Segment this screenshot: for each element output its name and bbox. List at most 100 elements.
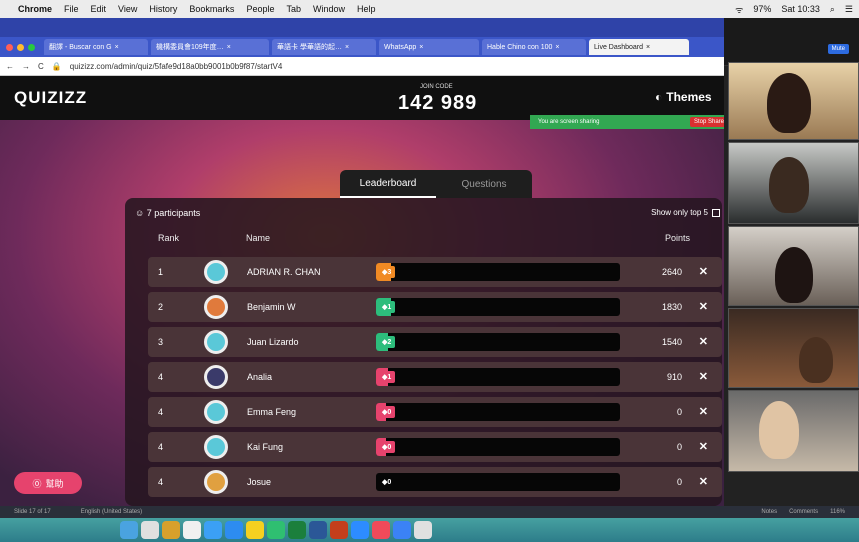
word-icon[interactable] bbox=[309, 521, 327, 539]
col-rank: Rank bbox=[158, 233, 180, 243]
launchpad-icon[interactable] bbox=[141, 521, 159, 539]
notes-icon[interactable] bbox=[162, 521, 180, 539]
menu-edit[interactable]: Edit bbox=[91, 4, 107, 14]
close-icon[interactable]: × bbox=[555, 44, 559, 51]
menu-view[interactable]: View bbox=[118, 4, 137, 14]
tab-chinese-card[interactable]: 華語卡 學華語的起… × bbox=[272, 39, 376, 55]
window-top bbox=[0, 18, 724, 37]
table-row[interactable]: 4 Josue ◆ 0 0 ✕ bbox=[148, 467, 722, 497]
tab-committee[interactable]: 機構委員會109年度… × bbox=[151, 39, 269, 55]
excel-icon[interactable] bbox=[288, 521, 306, 539]
remove-participant-icon[interactable]: ✕ bbox=[699, 370, 708, 383]
menu-bookmarks[interactable]: Bookmarks bbox=[189, 4, 234, 14]
minimize-window-button[interactable] bbox=[17, 43, 24, 51]
close-icon[interactable]: × bbox=[419, 44, 423, 51]
mail-icon[interactable] bbox=[204, 521, 222, 539]
comments-button[interactable]: Comments bbox=[789, 509, 818, 515]
close-icon[interactable]: × bbox=[227, 44, 231, 51]
progress-bar: ◆ 3 bbox=[376, 263, 620, 281]
menu-list-icon[interactable]: ☰ bbox=[845, 4, 853, 15]
table-row[interactable]: 2 Benjamin W ◆ 1 1830 ✕ bbox=[148, 292, 722, 322]
finder-icon[interactable] bbox=[120, 521, 138, 539]
back-icon[interactable]: ← bbox=[6, 62, 14, 71]
tab-whatsapp[interactable]: WhatsApp × bbox=[379, 39, 479, 55]
appstore-icon[interactable] bbox=[225, 521, 243, 539]
language-indicator[interactable]: English (United States) bbox=[81, 509, 142, 515]
tab-questions[interactable]: Questions bbox=[436, 170, 532, 198]
rank-cell: 3 bbox=[158, 337, 164, 347]
progress-bar: ◆ 1 bbox=[376, 298, 620, 316]
video-student-2[interactable] bbox=[728, 226, 859, 306]
top5-label: Show only top 5 bbox=[651, 208, 708, 217]
video-student-4[interactable] bbox=[728, 390, 859, 472]
powerpoint-icon[interactable] bbox=[330, 521, 348, 539]
avatar bbox=[204, 435, 228, 459]
themes-button[interactable]: ◐ Themes bbox=[655, 90, 712, 104]
battery-level[interactable]: 97% bbox=[753, 4, 771, 14]
menu-file[interactable]: File bbox=[64, 4, 79, 14]
wifi-icon[interactable]: ᯤ bbox=[735, 3, 743, 16]
menu-tab[interactable]: Tab bbox=[286, 4, 301, 14]
remove-participant-icon[interactable]: ✕ bbox=[699, 475, 708, 488]
messages-icon[interactable] bbox=[267, 521, 285, 539]
help-button[interactable]: ⓪ 幫助 bbox=[14, 472, 82, 494]
forward-icon[interactable]: → bbox=[22, 62, 30, 71]
score-tag-value: 0 bbox=[387, 478, 392, 486]
zoom-level[interactable]: 116% bbox=[830, 509, 845, 515]
score-tag-value: 2 bbox=[387, 338, 392, 346]
checkbox[interactable] bbox=[712, 208, 720, 217]
quizizz-logo[interactable]: QUIZIZZ bbox=[14, 88, 87, 108]
participants-count: ☺ 7 participants bbox=[135, 208, 200, 218]
tab-hable-chino[interactable]: Hable Chino con 100 × bbox=[482, 39, 586, 55]
tab-translate[interactable]: 翻譯 - Buscar con G × bbox=[44, 39, 148, 55]
menu-history[interactable]: History bbox=[149, 4, 177, 14]
video-student-3[interactable] bbox=[728, 308, 859, 388]
avatar bbox=[204, 470, 228, 494]
address-bar: ← → C 🔒 quizizz.com/admin/quiz/5fafe9d18… bbox=[0, 57, 724, 76]
music-icon[interactable] bbox=[372, 521, 390, 539]
zoom-window-button[interactable] bbox=[28, 43, 35, 51]
chrome-icon[interactable] bbox=[246, 521, 264, 539]
close-icon[interactable]: × bbox=[646, 44, 650, 51]
table-row[interactable]: 1 ADRIAN R. CHAN ◆ 3 2640 ✕ bbox=[148, 257, 722, 287]
menu-app-name[interactable]: Chrome bbox=[18, 4, 52, 14]
tab-label: WhatsApp bbox=[384, 43, 417, 51]
table-row[interactable]: 3 Juan Lizardo ◆ 2 1540 ✕ bbox=[148, 327, 722, 357]
tab-live-dashboard[interactable]: Live Dashboard × bbox=[589, 39, 689, 55]
top5-toggle[interactable]: Show only top 5 bbox=[651, 208, 720, 217]
remove-participant-icon[interactable]: ✕ bbox=[699, 300, 708, 313]
menu-help[interactable]: Help bbox=[357, 4, 376, 14]
table-row[interactable]: 4 Emma Feng ◆ 0 0 ✕ bbox=[148, 397, 722, 427]
remove-participant-icon[interactable]: ✕ bbox=[699, 265, 708, 278]
score-tag: ◆ 3 bbox=[378, 266, 396, 278]
stop-share-button[interactable]: Stop Share bbox=[689, 117, 728, 127]
video-teacher[interactable] bbox=[728, 62, 859, 140]
settings-icon[interactable] bbox=[393, 521, 411, 539]
close-window-button[interactable] bbox=[6, 43, 13, 51]
tab-leaderboard[interactable]: Leaderboard bbox=[340, 170, 436, 198]
reload-icon[interactable]: C bbox=[38, 62, 44, 71]
menu-people[interactable]: People bbox=[246, 4, 274, 14]
participant-name: Analia bbox=[247, 372, 273, 382]
calendar-icon[interactable] bbox=[183, 521, 201, 539]
clock[interactable]: Sat 10:33 bbox=[781, 4, 820, 14]
menu-window[interactable]: Window bbox=[313, 4, 345, 14]
search-icon[interactable]: ⌕ bbox=[830, 4, 835, 15]
mute-button[interactable]: Mute bbox=[827, 44, 849, 54]
video-student-1[interactable] bbox=[728, 142, 859, 224]
participant-name: Juan Lizardo bbox=[247, 337, 299, 347]
tab-label: 機構委員會109年度… bbox=[156, 44, 224, 51]
remove-participant-icon[interactable]: ✕ bbox=[699, 335, 708, 348]
table-row[interactable]: 4 Kai Fung ◆ 0 0 ✕ bbox=[148, 432, 722, 462]
remove-participant-icon[interactable]: ✕ bbox=[699, 405, 708, 418]
trash-icon[interactable] bbox=[414, 521, 432, 539]
remove-participant-icon[interactable]: ✕ bbox=[699, 440, 708, 453]
url-field[interactable]: quizizz.com/admin/quiz/5fafe9d18a0bb9001… bbox=[70, 62, 283, 71]
tab-label: Hable Chino con 100 bbox=[487, 43, 553, 51]
notes-button[interactable]: Notes bbox=[761, 509, 777, 515]
zoom-app-icon[interactable] bbox=[351, 521, 369, 539]
points-cell: 2640 bbox=[661, 267, 682, 277]
close-icon[interactable]: × bbox=[115, 44, 119, 51]
close-icon[interactable]: × bbox=[345, 44, 349, 51]
table-row[interactable]: 4 Analia ◆ 1 910 ✕ bbox=[148, 362, 722, 392]
